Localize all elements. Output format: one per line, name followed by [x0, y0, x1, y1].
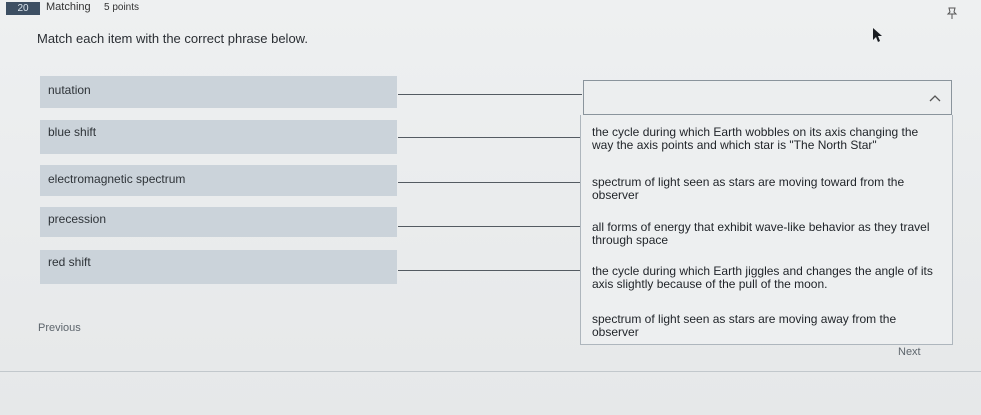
match-item-electromagnetic-spectrum[interactable]: electromagnetic spectrum	[40, 165, 397, 196]
question-type: Matching	[46, 1, 91, 13]
chevron-up-icon[interactable]	[929, 90, 941, 105]
connector-line	[398, 137, 582, 138]
dropdown-option[interactable]: spectrum of light seen as stars are movi…	[592, 313, 942, 339]
connector-line	[398, 182, 582, 183]
question-number-badge: 20	[6, 2, 40, 15]
next-button[interactable]: Next	[898, 346, 921, 358]
connector-line	[398, 226, 582, 227]
match-dropdown[interactable]	[583, 80, 952, 115]
mouse-cursor-icon	[873, 28, 883, 45]
previous-button[interactable]: Previous	[38, 322, 81, 334]
dropdown-option[interactable]: the cycle during which Earth jiggles and…	[592, 265, 942, 291]
match-item-label: precession	[48, 212, 107, 226]
match-item-nutation[interactable]: nutation	[40, 76, 397, 108]
connector-line	[398, 94, 582, 95]
match-item-precession[interactable]: precession	[40, 207, 397, 237]
question-prompt: Match each item with the correct phrase …	[37, 31, 308, 46]
match-item-label: blue shift	[48, 125, 97, 139]
connector-line	[398, 270, 582, 271]
match-item-label: nutation	[48, 83, 91, 97]
question-points: 5 points	[104, 2, 140, 13]
match-item-red-shift[interactable]: red shift	[40, 250, 397, 284]
dropdown-option[interactable]: all forms of energy that exhibit wave-li…	[592, 221, 942, 247]
pin-icon[interactable]	[945, 6, 959, 23]
match-item-label: red shift	[48, 255, 91, 269]
match-item-blue-shift[interactable]: blue shift	[40, 120, 397, 154]
footer-divider	[0, 371, 981, 372]
match-item-label: electromagnetic spectrum	[48, 172, 186, 186]
quiz-page: 20 Matching 5 points Match each item wit…	[0, 0, 981, 415]
dropdown-option[interactable]: spectrum of light seen as stars are movi…	[592, 176, 942, 202]
dropdown-option[interactable]: the cycle during which Earth wobbles on …	[592, 126, 942, 152]
